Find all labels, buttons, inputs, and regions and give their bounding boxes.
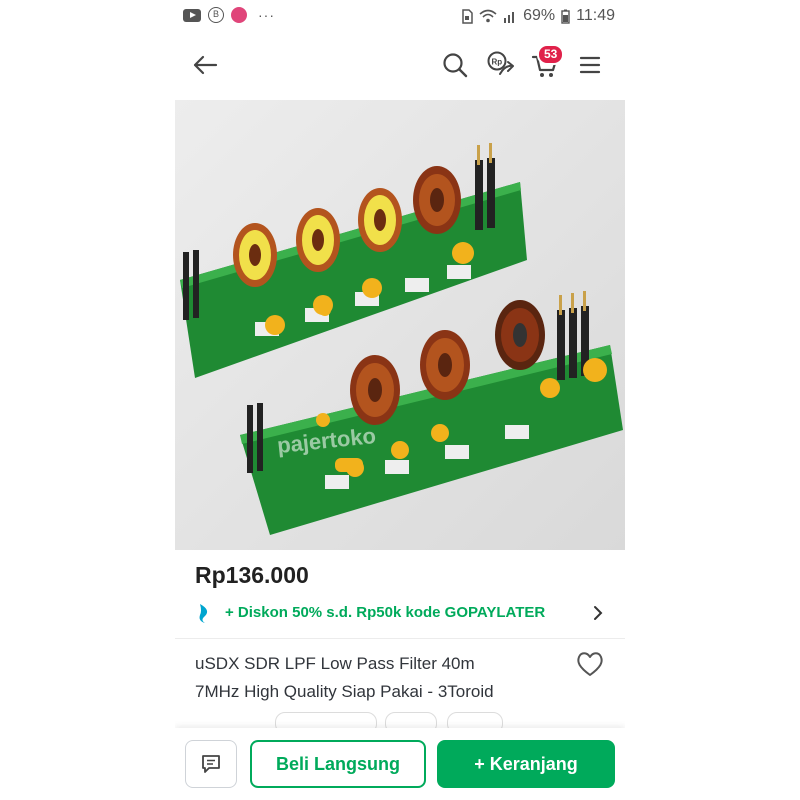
add-to-cart-button[interactable]: + Keranjang: [437, 740, 615, 788]
chevron-right-icon: [594, 606, 603, 620]
product-title-line-2: 7MHz High Quality Siap Pakai - 3Toroid: [195, 682, 494, 701]
divider: [175, 638, 625, 639]
battery-icon: [561, 9, 570, 24]
phone-screen: B ··· 69% 11:49 Rp 53 pajertoko Rp136.00…: [175, 0, 625, 800]
share-button[interactable]: Rp: [485, 50, 515, 80]
sim-icon: [462, 8, 473, 24]
toroid-yellow-1: [233, 223, 277, 287]
top-app-bar: Rp 53: [175, 36, 625, 92]
toroid-red-1: [413, 166, 461, 234]
toroid-yellow-2: [296, 208, 340, 272]
more-dots-icon: ···: [258, 7, 275, 23]
toroid-yellow-3: [358, 188, 402, 252]
wishlist-button[interactable]: [575, 650, 607, 680]
status-bar: B ··· 69% 11:49: [175, 0, 625, 32]
battery-percent: 69%: [523, 7, 556, 24]
signal-icon: [504, 12, 515, 23]
heart-icon: [577, 652, 603, 676]
app-icon: [231, 7, 247, 23]
toroid-dark-4: [495, 300, 545, 370]
cart-count-badge: 53: [537, 44, 565, 65]
chat-button[interactable]: [185, 740, 237, 788]
promo-text: + Diskon 50% s.d. Rp50k kode GOPAYLATER: [225, 604, 546, 621]
clock: 11:49: [576, 7, 615, 24]
product-image[interactable]: pajertoko: [175, 100, 625, 550]
share-rp-icon: Rp: [487, 51, 514, 75]
wifi-icon: [479, 9, 497, 23]
svg-text:Rp: Rp: [492, 58, 503, 67]
buy-now-button[interactable]: Beli Langsung: [250, 740, 426, 788]
back-button[interactable]: [190, 50, 220, 80]
product-title: uSDX SDR LPF Low Pass Filter 40m 7MHz Hi…: [195, 650, 565, 706]
bottom-action-bar: Beli Langsung + Keranjang: [175, 728, 625, 800]
search-icon: [443, 53, 468, 78]
gopay-icon: [199, 604, 208, 623]
youtube-icon: [183, 8, 201, 22]
menu-button[interactable]: [575, 50, 605, 80]
menu-icon: [579, 56, 601, 74]
chat-icon: [202, 755, 220, 773]
search-button[interactable]: [440, 50, 470, 80]
back-arrow-icon: [193, 55, 218, 75]
toroid-red-2: [350, 355, 400, 425]
pcb-photo: [175, 100, 625, 550]
promo-row[interactable]: + Diskon 50% s.d. Rp50k kode GOPAYLATER: [195, 598, 605, 628]
b-icon: B: [208, 7, 224, 23]
toroid-red-3: [420, 330, 470, 400]
product-title-line-1: uSDX SDR LPF Low Pass Filter 40m: [195, 654, 475, 673]
product-price: Rp136.000: [195, 562, 309, 588]
